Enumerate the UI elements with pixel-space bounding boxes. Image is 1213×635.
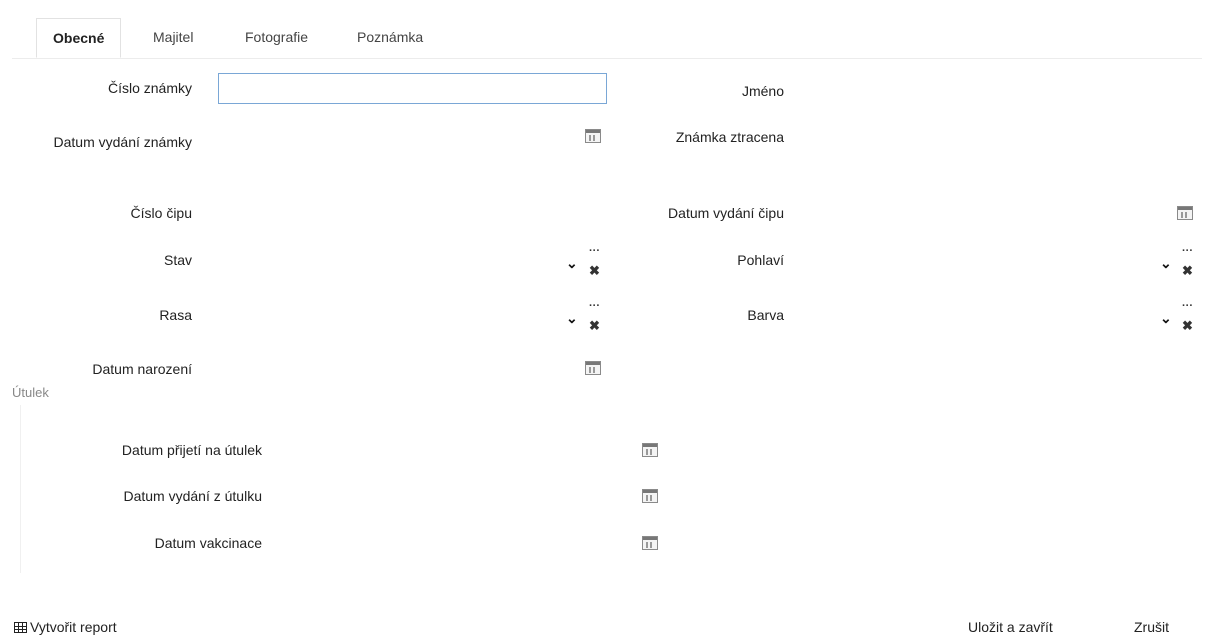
tab-majitel[interactable]: Majitel <box>153 18 193 56</box>
close-icon[interactable]: ✖ <box>589 319 600 333</box>
save-close-button[interactable]: Uložit a zavřít <box>968 619 1053 635</box>
chevron-down-icon[interactable]: ⌄ <box>1160 256 1172 270</box>
close-icon[interactable]: ✖ <box>589 264 600 278</box>
calendar-icon[interactable] <box>642 536 658 550</box>
tab-fotografie[interactable]: Fotografie <box>245 18 308 56</box>
close-icon[interactable]: ✖ <box>1182 264 1193 278</box>
calendar-icon[interactable] <box>585 129 601 143</box>
znamka-ztracena-label: Známka ztracena <box>675 129 784 145</box>
more-icon[interactable]: ··· <box>1182 246 1193 257</box>
close-icon[interactable]: ✖ <box>1182 319 1193 333</box>
chevron-down-icon[interactable]: ⌄ <box>1160 311 1172 325</box>
calendar-icon[interactable] <box>585 361 601 375</box>
tab-obecne[interactable]: Obecné <box>36 18 122 58</box>
create-report-label: Vytvořit report <box>30 619 117 635</box>
rasa-label: Rasa <box>159 307 192 323</box>
calendar-icon[interactable] <box>642 443 658 457</box>
cislo-znamky-input[interactable] <box>218 73 607 104</box>
cislo-znamky-label: Číslo známky <box>107 80 192 96</box>
datum-vydani-znamky-label: Datum vydání známky <box>53 134 193 150</box>
datum-vydani-cipu-label: Datum vydání čipu <box>668 205 784 221</box>
tab-poznamka[interactable]: Poznámka <box>357 18 423 56</box>
tab-bar: Obecné Majitel Fotografie Poznámka <box>12 18 1202 59</box>
datum-vakcinace-label: Datum vakcinace <box>154 535 262 551</box>
datum-prijeti-label: Datum přijetí na útulek <box>121 442 262 458</box>
create-report-button[interactable]: Vytvořit report <box>14 619 117 635</box>
table-icon <box>14 622 27 633</box>
stav-label: Stav <box>163 252 192 268</box>
calendar-icon[interactable] <box>642 489 658 503</box>
cancel-button[interactable]: Zrušit <box>1134 619 1169 635</box>
barva-label: Barva <box>747 307 784 323</box>
jmeno-label: Jméno <box>741 83 784 99</box>
calendar-icon[interactable] <box>1177 206 1193 220</box>
more-icon[interactable]: ··· <box>1182 301 1193 312</box>
chevron-down-icon[interactable]: ⌄ <box>566 256 578 270</box>
chevron-down-icon[interactable]: ⌄ <box>566 311 578 325</box>
pohlavi-label: Pohlaví <box>737 252 784 268</box>
more-icon[interactable]: ··· <box>589 246 600 257</box>
datum-narozeni-label: Datum narození <box>92 361 192 377</box>
more-icon[interactable]: ··· <box>589 301 600 312</box>
datum-vydani-utulek-label: Datum vydání z útulku <box>123 488 262 504</box>
cislo-cipu-label: Číslo čipu <box>130 205 192 221</box>
utulek-section-title: Útulek <box>12 385 49 400</box>
